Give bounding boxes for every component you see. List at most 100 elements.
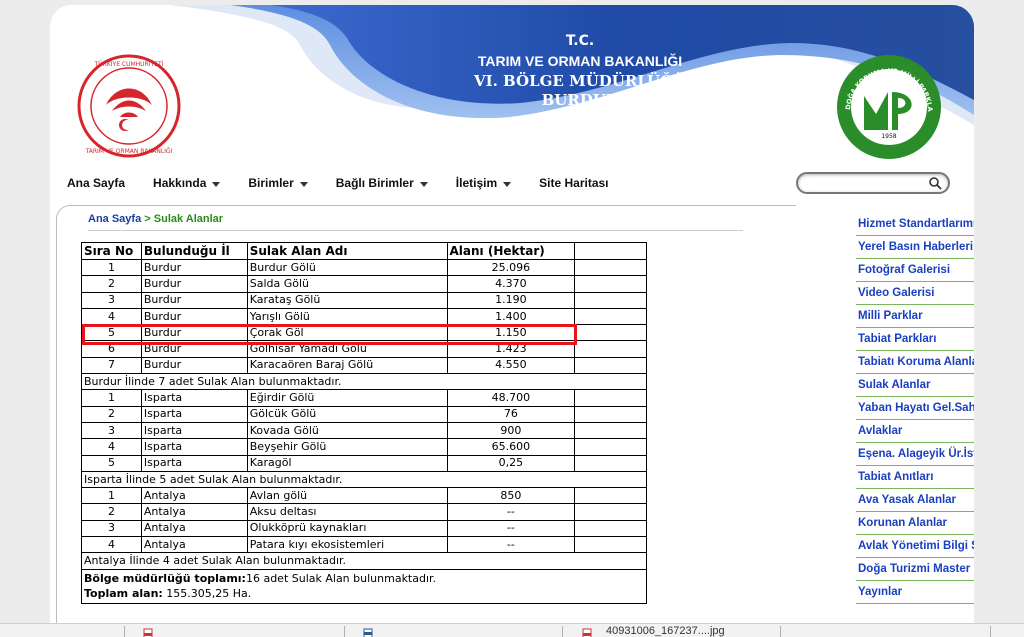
cell-empty bbox=[574, 487, 647, 505]
cell-sira-no: 3 bbox=[81, 291, 142, 309]
nav-item-birimler[interactable]: Birimler bbox=[248, 176, 308, 190]
table-summary-row: Isparta İlinde 5 adet Sulak Alan bulunma… bbox=[81, 470, 647, 489]
cell-empty bbox=[574, 275, 647, 293]
total-region-label: Bölge müdürlüğü toplamı: bbox=[84, 572, 246, 586]
sidebar-link[interactable]: Tabiatı Koruma Alanları bbox=[856, 351, 974, 374]
sidebar-link[interactable]: Eşena. Alageyik Ür.İst. bbox=[856, 443, 974, 466]
column-header-alan: Alanı (Hektar) bbox=[446, 242, 576, 260]
cell-ad: Eğirdir Gölü bbox=[246, 389, 448, 407]
cell-alan: 900 bbox=[446, 421, 576, 440]
cell-ad: Kovada Gölü bbox=[246, 421, 448, 440]
cell-il: Burdur bbox=[140, 307, 248, 326]
cell-il: Antalya bbox=[140, 536, 248, 554]
word-file-icon[interactable] bbox=[363, 628, 373, 637]
main-nav: Ana Sayfa Hakkında Birimler Bağlı Biriml… bbox=[67, 173, 637, 193]
cell-il: Antalya bbox=[140, 519, 248, 538]
download-file-name[interactable]: 40931006_167237....jpg bbox=[606, 625, 725, 637]
cell-ad: Karacaören Baraj Gölü bbox=[246, 356, 448, 375]
sidebar-link[interactable]: Doğa Turizmi Master Planları bbox=[856, 558, 974, 581]
sidebar-link[interactable]: Hizmet Standartlarımız bbox=[856, 213, 974, 236]
cell-ad: Burdur Gölü bbox=[246, 258, 448, 277]
nav-item-ana-sayfa[interactable]: Ana Sayfa bbox=[67, 176, 125, 190]
cell-ad: Yarışlı Gölü bbox=[246, 307, 448, 326]
cell-empty bbox=[574, 454, 647, 472]
search-input[interactable] bbox=[796, 172, 950, 194]
sidebar-link[interactable]: Sulak Alanlar bbox=[856, 374, 974, 397]
table-row: 2 Antalya Aksu deltası -- bbox=[81, 503, 647, 521]
sidebar-link[interactable]: Yerel Basın Haberleri bbox=[856, 236, 974, 259]
table-row: 5 Isparta Karagöl 0,25 bbox=[81, 454, 647, 472]
table-row: 1 Antalya Avlan gölü 850 bbox=[81, 487, 647, 505]
cell-sira-no: 4 bbox=[81, 438, 142, 456]
cell-empty bbox=[574, 405, 647, 423]
cell-il: Isparta bbox=[140, 438, 248, 456]
table-summary-row: Antalya İlinde 4 adet Sulak Alan bulunma… bbox=[81, 552, 647, 570]
breadcrumb-current: Sulak Alanlar bbox=[153, 213, 224, 225]
ministry-emblem-icon[interactable]: TÜRKİYE CUMHURİYETİ TARIM VE ORMAN BAKAN… bbox=[76, 53, 182, 159]
cell-alan: 48.700 bbox=[446, 389, 576, 407]
cell-alan: 4.550 bbox=[446, 356, 576, 375]
cell-sira-no: 1 bbox=[81, 258, 142, 277]
download-separator bbox=[990, 626, 991, 637]
cell-ad: Avlan gölü bbox=[246, 487, 448, 505]
sidebar-link[interactable]: Fotoğraf Galerisi bbox=[856, 259, 974, 282]
sidebar-link[interactable]: Yayınlar bbox=[856, 581, 974, 604]
total-area-value: 155.305,25 Ha. bbox=[162, 587, 252, 601]
cell-alan: 1.190 bbox=[446, 291, 576, 309]
cell-il: Antalya bbox=[140, 487, 248, 505]
cell-empty bbox=[574, 389, 647, 407]
summary-text: Burdur İlinde 7 adet Sulak Alan bulunmak… bbox=[81, 373, 647, 391]
nav-item-bagli-birimler[interactable]: Bağlı Birimler bbox=[336, 176, 428, 190]
table-totals-row: Bölge müdürlüğü toplamı:16 adet Sulak Al… bbox=[81, 568, 647, 604]
cell-il: Burdur bbox=[140, 291, 248, 309]
sidebar-link[interactable]: Korunan Alanlar bbox=[856, 512, 974, 535]
pdf-file-icon[interactable] bbox=[143, 628, 153, 637]
column-header-il: Bulunduğu İl bbox=[140, 242, 248, 260]
cell-il: Burdur bbox=[140, 275, 248, 293]
svg-text:1958: 1958 bbox=[881, 133, 896, 140]
cell-alan: 65.600 bbox=[446, 438, 576, 456]
nav-item-hakkinda[interactable]: Hakkında bbox=[153, 176, 221, 190]
nav-label: Ana Sayfa bbox=[67, 176, 126, 190]
table-row: 4 Isparta Beyşehir Gölü 65.600 bbox=[81, 438, 647, 456]
breadcrumb-home-link[interactable]: Ana Sayfa bbox=[88, 213, 141, 225]
cell-il: Burdur bbox=[140, 258, 248, 277]
summary-text: Antalya İlinde 4 adet Sulak Alan bulunma… bbox=[81, 552, 647, 570]
cell-ad: Olukköprü kaynakları bbox=[246, 519, 448, 538]
cell-alan: 850 bbox=[446, 487, 576, 505]
sidebar-link[interactable]: Tabiat Parkları bbox=[856, 328, 974, 351]
caret-down-icon bbox=[419, 181, 428, 187]
sidebar-link[interactable]: Yaban Hayatı Gel.Saha. bbox=[856, 397, 974, 420]
sidebar-link[interactable]: Video Galerisi bbox=[856, 282, 974, 305]
cell-ad: Salda Gölü bbox=[246, 275, 448, 293]
nav-label: Hakkında bbox=[153, 176, 207, 190]
sidebar-link[interactable]: Tabiat Anıtları bbox=[856, 466, 974, 489]
table-row: 2 Burdur Salda Gölü 4.370 bbox=[81, 275, 647, 293]
nav-item-site-haritasi[interactable]: Site Haritası bbox=[539, 176, 608, 190]
search-icon[interactable] bbox=[928, 176, 942, 190]
title-line-ministry: TARIM VE ORMAN BAKANLIĞI bbox=[477, 53, 683, 69]
cell-sira-no: 2 bbox=[81, 503, 142, 521]
cell-sira-no: 5 bbox=[81, 454, 142, 472]
sidebar-link[interactable]: Ava Yasak Alanlar bbox=[856, 489, 974, 512]
cell-empty bbox=[574, 519, 647, 538]
sidebar-link[interactable]: Avlak Yönetimi Bilgi Sistemi bbox=[856, 535, 974, 558]
nav-item-iletisim[interactable]: İletişim bbox=[456, 176, 512, 190]
svg-text:TÜRKİYE CUMHURİYETİ: TÜRKİYE CUMHURİYETİ bbox=[94, 61, 164, 68]
sidebar-link[interactable]: Avlaklar bbox=[856, 420, 974, 443]
cell-alan: 4.370 bbox=[446, 275, 576, 293]
cell-sira-no: 4 bbox=[81, 307, 142, 326]
doga-koruma-milli-parklar-logo-icon[interactable]: 1958 DOĞA KORUMA VE MİLLİ PARKLAR GENEL … bbox=[834, 52, 944, 162]
title-line-city: BURDUR bbox=[541, 91, 619, 109]
table-row: 3 Burdur Karataş Gölü 1.190 bbox=[81, 291, 647, 309]
cell-alan: -- bbox=[446, 536, 576, 554]
caret-down-icon bbox=[299, 181, 308, 187]
table-header-row: Sıra No Bulunduğu İl Sulak Alan Adı Alan… bbox=[81, 242, 647, 260]
table-row: 2 Isparta Gölcük Gölü 76 bbox=[81, 405, 647, 423]
sidebar-link[interactable]: Milli Parklar bbox=[856, 305, 974, 328]
image-file-icon[interactable] bbox=[582, 628, 592, 637]
caret-down-icon bbox=[503, 181, 512, 187]
cell-sira-no: 3 bbox=[81, 519, 142, 538]
table-row: 3 Antalya Olukköprü kaynakları -- bbox=[81, 519, 647, 538]
site-header: T.C. TARIM VE ORMAN BAKANLIĞI VI. BÖLGE … bbox=[50, 5, 974, 163]
